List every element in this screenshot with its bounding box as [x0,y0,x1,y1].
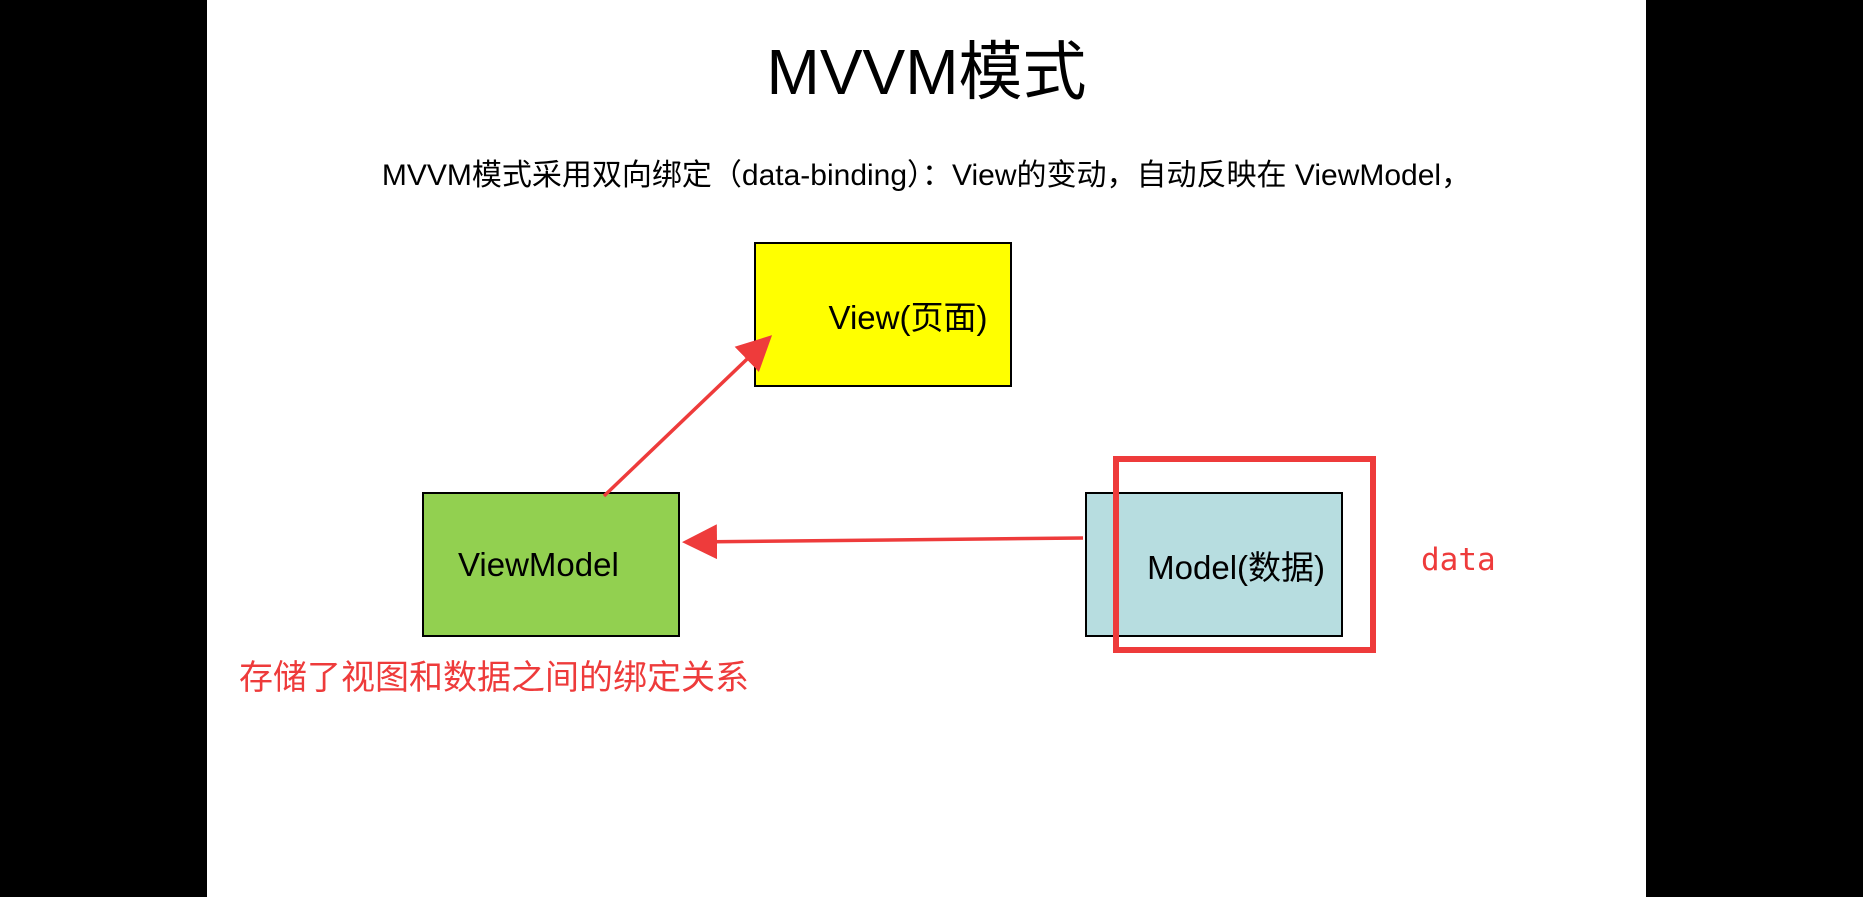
binding-annotation: 存储了视图和数据之间的绑定关系 [239,658,749,698]
slide: MVVM模式 MVVM模式采用双向绑定（data-binding）：View的变… [207,0,1646,897]
model-highlight-rect [1113,456,1376,653]
view-node: View(页面) [754,242,1012,387]
diagram-arrows [602,335,1084,560]
data-annotation: data [1421,542,1496,578]
slide-subtitle: MVVM模式采用双向绑定（data-binding）：View的变动，自动反映在… [381,159,1472,192]
arrow-model-to-viewmodel [682,524,1084,560]
view-node-label: View(页面) [828,298,988,336]
viewmodel-node-label: ViewModel [458,545,619,583]
screen: MVVM模式 MVVM模式采用双向绑定（data-binding）：View的变… [0,0,1863,897]
viewmodel-node: ViewModel [422,492,680,637]
slide-title: MVVM模式 [766,36,1087,108]
arrow-viewmodel-to-view [602,335,773,498]
